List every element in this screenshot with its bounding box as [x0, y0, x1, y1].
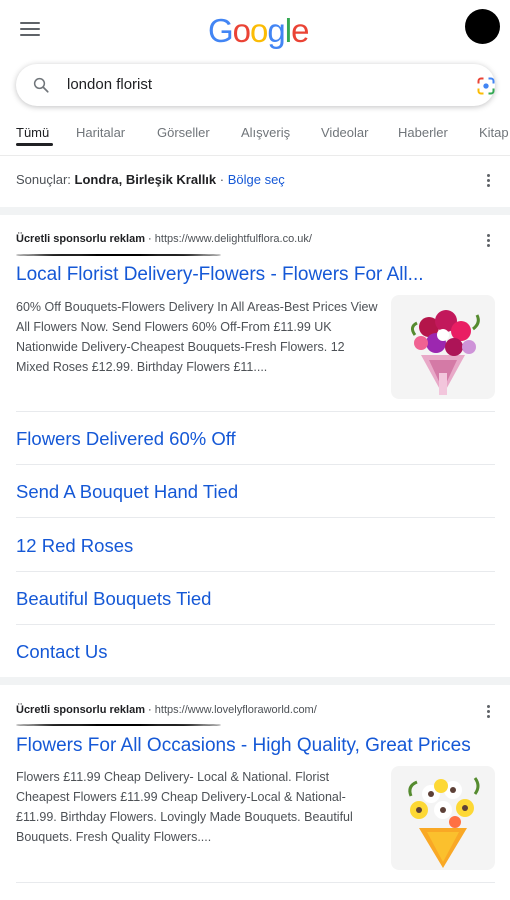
tab-news[interactable]: Haberler — [398, 125, 448, 140]
tab-videos[interactable]: Videolar — [321, 125, 368, 140]
label-separator: · — [145, 704, 155, 716]
redaction-mark — [16, 724, 221, 726]
sponsored-label: Ücretli sponsorlu reklam — [16, 704, 145, 716]
sitelink[interactable]: Contact Us — [16, 641, 108, 663]
ad-title[interactable]: Flowers For All Occasions - High Quality… — [16, 735, 496, 757]
region-separator: · — [216, 172, 228, 187]
sitelink[interactable]: 12 Red Roses — [16, 535, 133, 557]
google-lens-icon[interactable] — [476, 76, 496, 96]
region-prefix: Sonuçlar: — [16, 172, 75, 187]
tab-books[interactable]: Kitap — [479, 125, 509, 140]
ad-label: Ücretli sponsorlu reklam · https://www.d… — [16, 233, 312, 245]
active-tab-indicator — [16, 143, 53, 146]
sponsored-label: Ücretli sponsorlu reklam — [16, 233, 145, 245]
divider — [16, 517, 495, 518]
search-icon[interactable] — [32, 76, 50, 94]
ad-title[interactable]: Local Florist Delivery-Flowers - Flowers… — [16, 264, 496, 286]
sitelink[interactable]: Beautiful Bouquets Tied — [16, 588, 211, 610]
divider — [16, 571, 495, 572]
ad-url[interactable]: https://www.delightfulflora.co.uk/ — [155, 233, 312, 245]
search-input[interactable]: london florist — [67, 76, 152, 93]
section-separator — [0, 677, 510, 685]
tab-images[interactable]: Görseller — [157, 125, 210, 140]
ad-url[interactable]: https://www.lovelyfloraworld.com/ — [155, 704, 317, 716]
redaction-mark — [16, 254, 221, 256]
tab-maps[interactable]: Haritalar — [76, 125, 125, 140]
ad-label: Ücretli sponsorlu reklam · https://www.l… — [16, 704, 317, 716]
ad-thumbnail[interactable] — [391, 766, 495, 870]
ad-description: Flowers £11.99 Cheap Delivery- Local & N… — [16, 770, 353, 844]
search-tabs: Tümü Haritalar Görseller Alışveriş Video… — [0, 118, 510, 154]
ad-more-icon[interactable] — [487, 705, 491, 719]
sitelink[interactable]: Flowers Delivered 60% Off — [16, 428, 236, 450]
search-box[interactable]: london florist — [16, 64, 495, 106]
change-region-link[interactable]: Bölge seç — [228, 172, 285, 187]
region-more-icon[interactable] — [487, 174, 491, 188]
ad-more-icon[interactable] — [487, 234, 491, 248]
results-region: Sonuçlar: Londra, Birleşik Krallık · Böl… — [16, 172, 285, 187]
divider — [16, 411, 495, 412]
tab-all[interactable]: Tümü — [16, 125, 49, 140]
google-logo[interactable]: Google — [208, 12, 309, 50]
divider — [16, 882, 495, 883]
account-avatar[interactable] — [465, 9, 500, 44]
divider — [16, 624, 495, 625]
tab-shopping[interactable]: Alışveriş — [241, 125, 290, 140]
section-separator — [0, 207, 510, 215]
hamburger-menu-icon[interactable] — [20, 22, 40, 38]
ad-thumbnail[interactable] — [391, 295, 495, 399]
ad-description: 60% Off Bouquets-Flowers Delivery In All… — [16, 300, 378, 374]
region-location: Londra, Birleşik Krallık — [74, 172, 217, 187]
tabs-divider — [0, 155, 510, 156]
divider — [16, 464, 495, 465]
sitelink[interactable]: Send A Bouquet Hand Tied — [16, 481, 238, 503]
top-bar: Google — [0, 0, 510, 60]
label-separator: · — [145, 233, 155, 245]
